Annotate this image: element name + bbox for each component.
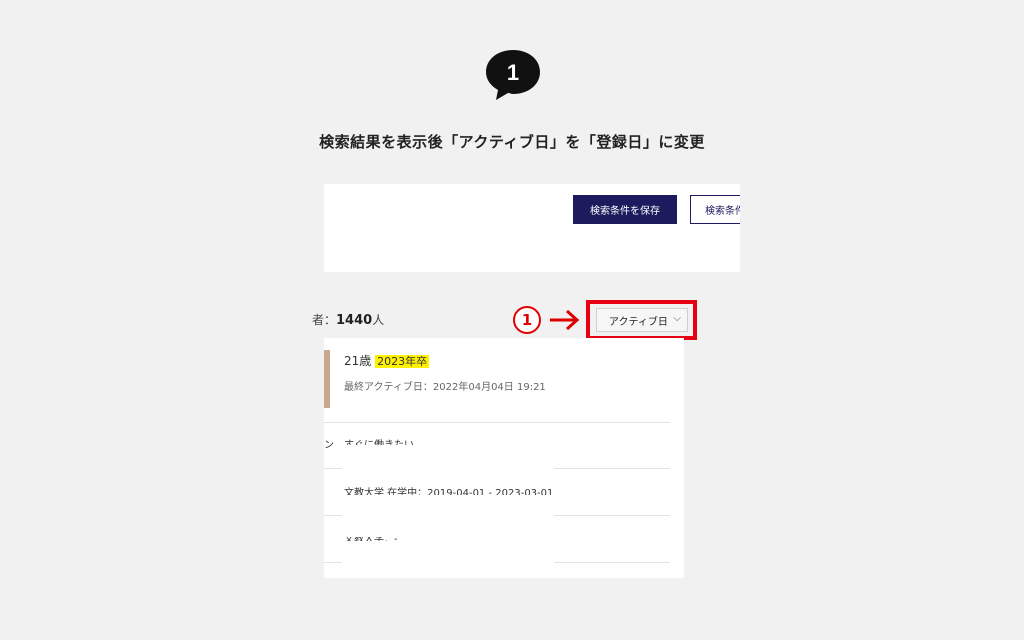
step-number-bubble-icon: 1 (484, 46, 542, 102)
divider (324, 422, 670, 423)
annotation-marker: 1 (513, 306, 541, 334)
sort-select[interactable]: アクティブ日 ⌵ (596, 308, 688, 332)
privacy-mask (342, 445, 554, 485)
result-count-unit: 人 (372, 313, 385, 327)
privacy-mask (342, 541, 554, 578)
search-conditions-button[interactable]: 検索条件 (690, 195, 740, 224)
result-count: 者：1440人 (312, 311, 384, 328)
privacy-mask (342, 495, 554, 537)
row-label-cut: ン (324, 440, 334, 451)
age-value: 21歳 (344, 354, 372, 368)
arrow-right-icon (550, 309, 580, 331)
result-count-prefix: 者： (312, 313, 337, 327)
chevron-down-icon: ⌵ (673, 313, 681, 324)
step-number: 1 (507, 60, 519, 85)
last-active-date: 最終アクティブ日：2022年04月04日 19:21 (344, 382, 546, 393)
save-search-conditions-button[interactable]: 検索条件を保存 (573, 195, 677, 224)
grad-year-badge: 2023年卒 (375, 355, 430, 368)
step-title: 検索結果を表示後「アクティブ日」を「登録日」に変更 (319, 133, 705, 151)
search-toolbar: 検索条件を保存 検索条件 (324, 184, 740, 272)
sort-select-value: アクティブ日 (609, 316, 668, 328)
candidate-age: 21歳 2023年卒 (344, 352, 430, 369)
result-count-number: 1440 (336, 313, 373, 328)
candidate-card[interactable]: 21歳 2023年卒 最終アクティブ日：2022年04月04日 19:21 ン … (324, 338, 684, 578)
candidate-photo (324, 350, 330, 408)
